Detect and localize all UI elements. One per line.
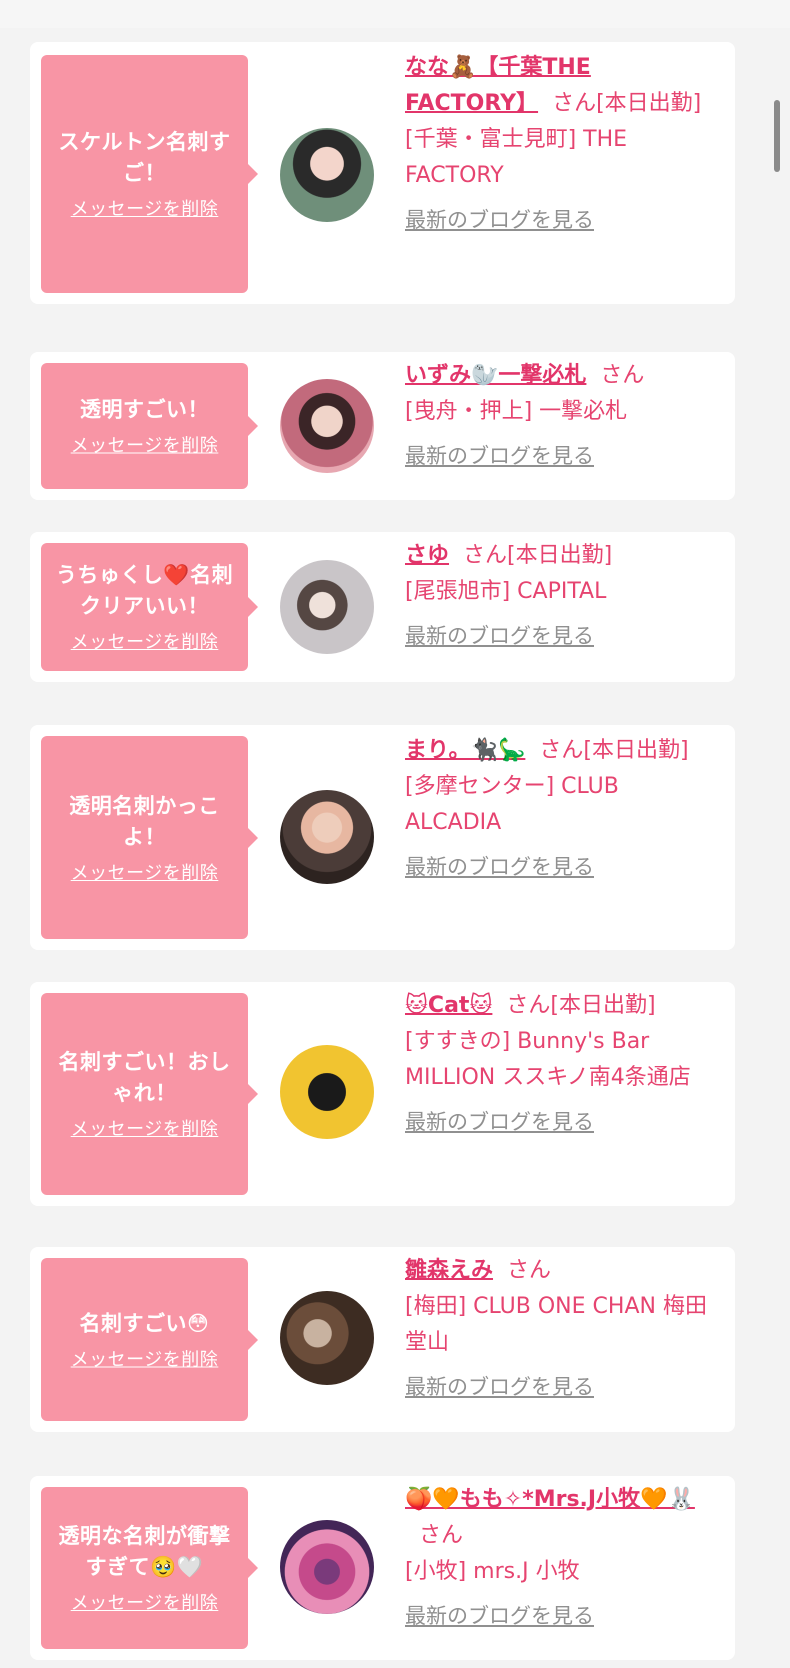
delete-message-link[interactable]: メッセージを削除 — [71, 1345, 219, 1371]
avatar[interactable] — [280, 790, 374, 884]
honorific: さん — [600, 363, 645, 388]
message-bubble: うちゅくし❤️名刺クリアいい！ メッセージを削除 — [41, 543, 258, 671]
work-status: [本日出勤] — [550, 993, 656, 1018]
honorific: さん — [539, 738, 584, 763]
avatar[interactable] — [280, 128, 374, 222]
scrollbar[interactable] — [774, 100, 780, 172]
cast-info: なな🧸【千葉THE FACTORY】 さん[本日出勤] [千葉・富士見町] THE… — [405, 50, 710, 239]
shop-info: [多摩センター] CLUB ALCADIA — [405, 774, 619, 835]
message-text: 透明すごい！ — [80, 397, 209, 422]
shop-info: [曳舟・押上] 一撃必札 — [405, 399, 628, 424]
message-card: 名刺すごい😳 メッセージを削除 雛森えみ さん [梅田] CLUB ONE CHA… — [30, 1247, 735, 1432]
latest-blog-link[interactable]: 最新のブログを見る — [405, 1104, 594, 1140]
honorific: さん — [507, 1258, 552, 1283]
latest-blog-link[interactable]: 最新のブログを見る — [405, 618, 594, 654]
cast-name-link[interactable]: さゆ — [405, 543, 449, 568]
latest-blog-link[interactable]: 最新のブログを見る — [405, 849, 594, 885]
honorific: さん — [463, 543, 508, 568]
work-status: [本日出勤] — [583, 738, 689, 763]
cast-name-link[interactable]: 🍑🧡もも✧*Mrs.J小牧🧡🐰 — [405, 1487, 695, 1512]
delete-message-link[interactable]: メッセージを削除 — [71, 1115, 219, 1141]
message-text: 透明名刺かっこよ！ — [69, 793, 220, 849]
avatar[interactable] — [280, 1045, 374, 1139]
message-text: 名刺すごい！おしゃれ！ — [58, 1050, 231, 1105]
avatar[interactable] — [280, 1291, 374, 1385]
latest-blog-link[interactable]: 最新のブログを見る — [405, 438, 594, 474]
message-bubble: 透明名刺かっこよ！ メッセージを削除 — [41, 736, 258, 939]
cast-info: 🍑🧡もも✧*Mrs.J小牧🧡🐰 さん [小牧] mrs.J 小牧 最新のブログを見… — [405, 1482, 710, 1635]
cast-info: いずみ🦭一撃必札 さん [曳舟・押上] 一撃必札 最新のブログを見る — [405, 358, 710, 475]
honorific: さん — [419, 1523, 464, 1548]
latest-blog-link[interactable]: 最新のブログを見る — [405, 1598, 594, 1634]
message-bubble: 名刺すごい😳 メッセージを削除 — [41, 1258, 258, 1421]
message-card: うちゅくし❤️名刺クリアいい！ メッセージを削除 さゆ さん[本日出勤] [尾張旭… — [30, 532, 735, 682]
cast-info: まり。🐈‍⬛🦕 さん[本日出勤] [多摩センター] CLUB ALCADIA 最新… — [405, 733, 710, 886]
message-card: 透明すごい！ メッセージを削除 いずみ🦭一撃必札 さん [曳舟・押上] 一撃必札 … — [30, 352, 735, 500]
avatar[interactable] — [280, 379, 374, 473]
cast-name-link[interactable]: まり。🐈‍⬛🦕 — [405, 738, 525, 763]
message-text: うちゅくし❤️名刺クリアいい！ — [55, 563, 234, 618]
delete-message-link[interactable]: メッセージを削除 — [71, 628, 219, 654]
cast-name-link[interactable]: 🐱Cat🐱 — [405, 993, 492, 1018]
message-text: 名刺すごい😳 — [79, 1311, 210, 1335]
delete-message-link[interactable]: メッセージを削除 — [71, 859, 219, 885]
message-bubble: スケルトン名刺すご！ メッセージを削除 — [41, 55, 258, 293]
delete-message-link[interactable]: メッセージを削除 — [71, 195, 219, 221]
honorific: さん — [552, 91, 597, 116]
shop-info: [小牧] mrs.J 小牧 — [405, 1559, 580, 1584]
message-text: スケルトン名刺すご！ — [58, 130, 231, 185]
message-card: 透明な名刺が衝撃すぎて🥹🤍 メッセージを削除 🍑🧡もも✧*Mrs.J小牧🧡🐰 さん… — [30, 1476, 735, 1660]
cast-info: 雛森えみ さん [梅田] CLUB ONE CHAN 梅田堂山 最新のブログを見る — [405, 1253, 710, 1406]
latest-blog-link[interactable]: 最新のブログを見る — [405, 1369, 594, 1405]
honorific: さん — [506, 993, 551, 1018]
shop-info: [尾張旭市] CAPITAL — [405, 579, 607, 604]
avatar[interactable] — [280, 560, 374, 654]
message-card: 名刺すごい！おしゃれ！ メッセージを削除 🐱Cat🐱 さん[本日出勤] [すすきの… — [30, 982, 735, 1206]
work-status: [本日出勤] — [507, 543, 613, 568]
work-status: [本日出勤] — [596, 91, 702, 116]
avatar[interactable] — [280, 1520, 374, 1614]
delete-message-link[interactable]: メッセージを削除 — [71, 1589, 219, 1615]
message-text: 透明な名刺が衝撃すぎて🥹🤍 — [58, 1524, 231, 1579]
delete-message-link[interactable]: メッセージを削除 — [71, 432, 219, 458]
latest-blog-link[interactable]: 最新のブログを見る — [405, 202, 594, 238]
cast-info: 🐱Cat🐱 さん[本日出勤] [すすきの] Bunny's Bar MILLION… — [405, 988, 710, 1141]
cast-name-link[interactable]: 雛森えみ — [405, 1258, 493, 1283]
shop-info: [すすきの] Bunny's Bar MILLION ススキノ南4条通店 — [405, 1029, 691, 1090]
top-bar — [0, 0, 790, 28]
message-card: スケルトン名刺すご！ メッセージを削除 なな🧸【千葉THE FACTORY】 さん… — [30, 42, 735, 304]
shop-info: [千葉・富士見町] THE FACTORY — [405, 127, 628, 188]
cast-name-link[interactable]: いずみ🦭一撃必札 — [405, 363, 586, 388]
shop-info: [梅田] CLUB ONE CHAN 梅田堂山 — [405, 1294, 707, 1355]
message-card: 透明名刺かっこよ！ メッセージを削除 まり。🐈‍⬛🦕 さん[本日出勤] [多摩セン… — [30, 725, 735, 950]
message-bubble: 透明すごい！ メッセージを削除 — [41, 363, 258, 489]
cast-info: さゆ さん[本日出勤] [尾張旭市] CAPITAL 最新のブログを見る — [405, 538, 710, 655]
message-bubble: 名刺すごい！おしゃれ！ メッセージを削除 — [41, 993, 258, 1195]
message-bubble: 透明な名刺が衝撃すぎて🥹🤍 メッセージを削除 — [41, 1487, 258, 1649]
